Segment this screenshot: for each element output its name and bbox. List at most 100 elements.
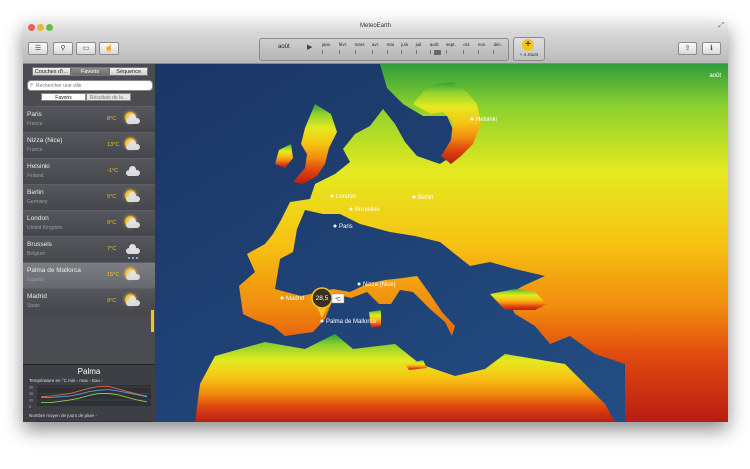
temp-chart-label: Température en °C min ◦ max ◦ Eau ◦ — [29, 378, 103, 383]
map-label-nice[interactable]: Nizza (Nice) — [363, 282, 396, 288]
timeline-slider[interactable]: août ▶ janv. févr. mars avr. mai juin juil. aoû… — [259, 38, 509, 61]
city-country: Belgium — [27, 251, 46, 257]
info-button[interactable]: ℹ — [702, 42, 721, 55]
play-icon[interactable]: ▶ — [307, 43, 312, 51]
timeline-month[interactable]: déc. — [493, 41, 502, 57]
toolbar: ☰ ⚲ ▭ ☝ août ▶ janv. févr. mars avr. mai juin… — [23, 33, 728, 64]
map-label-helsinki[interactable]: Helsinki — [476, 117, 497, 123]
pin-temperature: 28,5 — [316, 295, 329, 302]
map-label-berlin[interactable]: Berlin — [418, 195, 433, 201]
map-label-paris[interactable]: Paris — [339, 224, 353, 230]
sun-cloud-icon — [122, 137, 142, 153]
timeline-month[interactable]: sept. — [446, 41, 456, 57]
location-button[interactable]: ⚲ — [53, 42, 73, 55]
temperature-chart: 30 20 10 0 — [29, 385, 151, 409]
city-country: España — [27, 277, 44, 283]
sun-cloud-icon — [122, 215, 142, 231]
search-box: ⌕ — [27, 80, 153, 91]
city-row[interactable]: Palma de Mallorca España 15°C — [23, 262, 155, 289]
pin-icon: ⚲ — [60, 45, 66, 52]
city-name: Brussels — [27, 241, 52, 248]
sidebar: Couches d'i... Favoris Séquence ⌕ Favori… — [23, 64, 155, 422]
layers-button[interactable]: ▭ — [76, 42, 96, 55]
timeline-months: janv. févr. mars avr. mai juin juil. août sept. o… — [322, 41, 502, 57]
timeline-knob[interactable] — [433, 50, 441, 55]
map-label-madrid[interactable]: Madrid — [286, 296, 304, 302]
city-name: Palma de Mallorca — [27, 267, 81, 274]
timeline-month[interactable]: juin — [401, 41, 408, 57]
timeline-month[interactable]: juil. — [415, 41, 422, 57]
fullscreen-icon[interactable]: ⤢ — [718, 22, 724, 30]
city-row[interactable]: Brussels Belgium 7°C — [23, 236, 155, 263]
tab-favorites[interactable]: Favoris — [70, 67, 110, 76]
pin-unit: °C — [335, 297, 341, 303]
city-row[interactable]: Madrid Spain 9°C — [23, 288, 155, 315]
city-temperature: 13°C — [107, 142, 120, 148]
city-row[interactable]: Berlin Germany 5°C — [23, 184, 155, 211]
city-row[interactable]: Helsinki Finland -1°C — [23, 158, 155, 185]
temp-axis-label: 30 — [29, 386, 33, 390]
tab-sequence[interactable]: Séquence — [109, 67, 149, 76]
window-title: MeteoEarth — [359, 23, 392, 29]
city-row[interactable]: Paris France 8°C — [23, 106, 155, 133]
city-country: Spain — [27, 303, 40, 309]
sun-cloud-icon — [122, 267, 142, 283]
title-bar: MeteoEarth ⤢ — [23, 22, 728, 33]
search-icon: ⌕ — [30, 82, 34, 88]
timeline-month[interactable]: avr. — [371, 41, 379, 57]
segment-favorites[interactable]: Favoris — [41, 93, 86, 101]
layers-icon: ▭ — [82, 45, 90, 52]
city-country: United Kingdom — [27, 225, 63, 231]
city-name: London — [27, 215, 49, 222]
map-label-london[interactable]: London — [336, 194, 356, 200]
city-temperature: 15°C — [107, 272, 120, 278]
sidebar-toggle-button[interactable]: ☰ — [28, 42, 48, 55]
tab-layers[interactable]: Couches d'i... — [32, 67, 71, 76]
map-month-label: août — [709, 73, 721, 79]
city-row[interactable]: London United Kingdom 9°C — [23, 210, 155, 237]
timeline-month[interactable]: nov. — [477, 41, 486, 57]
share-icon: ⇪ — [684, 45, 691, 52]
city-name: Madrid — [27, 293, 47, 300]
map-label-palma[interactable]: Palma de Mallorca — [326, 319, 376, 325]
search-input[interactable] — [36, 81, 148, 90]
city-name: Helsinki — [27, 163, 50, 170]
timeline-selected-month: août — [278, 44, 290, 50]
city-temperature: 5°C — [107, 194, 117, 200]
forecast-button[interactable]: + + 4 Jours — [513, 37, 545, 61]
temp-axis-label: 20 — [29, 392, 33, 396]
city-temperature: 9°C — [107, 220, 117, 226]
city-list-scrollbar[interactable] — [151, 310, 154, 332]
city-temperature: 9°C — [107, 298, 117, 304]
list-icon: ☰ — [34, 45, 42, 52]
detail-city-title: Palma — [77, 367, 101, 376]
city-temperature: -1°C — [107, 168, 119, 174]
pointer-button[interactable]: ☝ — [99, 42, 119, 55]
forecast-label: + 4 Jours — [519, 52, 539, 57]
rain-chart-label: Nombre moyen de jours de pluie ◦ — [29, 413, 97, 418]
city-temperature: 7°C — [107, 246, 117, 252]
favorites-segmented-control: Favoris Résultats de la... — [41, 93, 131, 101]
map-label-bruxelles[interactable]: Bruxelles — [355, 207, 380, 213]
timeline-month[interactable]: oct. — [463, 41, 470, 57]
cloud-icon — [122, 163, 142, 179]
timeline-month[interactable]: févr. — [338, 41, 347, 57]
weather-map[interactable]: Helsinki London Bruxelles Berlin Paris N… — [155, 64, 728, 422]
city-row[interactable]: Nizza (Nice) France 13°C — [23, 132, 155, 159]
city-name: Nizza (Nice) — [27, 137, 63, 144]
segment-results[interactable]: Résultats de la... — [86, 93, 131, 101]
timeline-month[interactable]: mars — [354, 41, 365, 57]
rain-cloud-icon — [122, 241, 142, 259]
city-country: France — [27, 147, 43, 153]
timeline-month[interactable]: mai — [386, 41, 394, 57]
plus-icon: + — [522, 39, 534, 51]
share-button[interactable]: ⇪ — [678, 42, 697, 55]
sun-cloud-icon — [122, 293, 142, 309]
info-icon: ℹ — [710, 45, 713, 52]
sidebar-tabs: Couches d'i... Favoris Séquence — [32, 67, 149, 76]
city-temperature: 8°C — [107, 116, 117, 122]
timeline-month[interactable]: janv. — [322, 41, 331, 57]
sun-cloud-icon — [122, 111, 142, 127]
city-country: Finland — [27, 173, 44, 179]
sun-cloud-icon — [122, 189, 142, 205]
